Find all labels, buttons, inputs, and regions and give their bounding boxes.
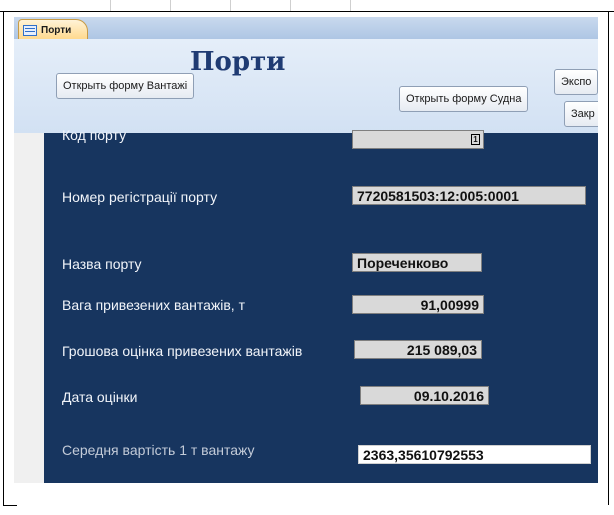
form-header: Порти Открыть форму Вантажі Открыть форм… [14,39,598,134]
port-code-label: Код порту [62,127,127,143]
page-frame-top [0,0,614,12]
registration-number-label: Номер регістрації порту [62,189,218,205]
cargo-value-label: Грошова оцінка привезених вантажів [62,343,303,359]
page-frame-bottom [3,505,17,506]
form-icon [23,24,37,36]
tab-label: Порти [41,24,72,36]
record-number-icon: 1 [471,134,480,145]
page-frame-right [608,11,609,505]
port-name-field[interactable]: Пореченково [352,253,482,272]
detail-section: Код порту 1 Номер регістрації порту 7720… [44,127,598,483]
average-cost-field[interactable]: 2363,35610792553 [358,445,591,464]
form-detail: Код порту 1 Номер регістрації порту 7720… [14,127,598,483]
record-selector-strip[interactable] [14,133,45,483]
open-ships-form-button[interactable]: Открыть форму Судна [399,86,529,112]
document-tab-bar: Порти [14,17,598,40]
registration-number-field[interactable]: 7720581503:12:005:0001 [352,186,586,205]
cargo-weight-label: Вага привезених вантажів, т [62,297,245,313]
tab-ports[interactable]: Порти [18,19,89,40]
export-button[interactable]: Экспо [554,69,598,95]
valuation-date-label: Дата оцінки [62,389,138,405]
open-cargo-form-button[interactable]: Открыть форму Вантажі [56,73,195,99]
cargo-value-field[interactable]: 215 089,03 [354,340,482,359]
form-title: Порти [190,47,286,77]
port-code-field[interactable]: 1 [352,130,484,149]
average-cost-label: Середня вартість 1 т вантажу [62,442,255,458]
valuation-date-field[interactable]: 09.10.2016 [360,386,489,405]
cargo-weight-field[interactable]: 91,00999 [352,295,484,314]
access-form-window: Порти Порти Открыть форму Вантажі Открыт… [14,17,598,483]
page-frame-left [3,11,4,505]
port-name-label: Назва порту [62,256,142,272]
close-button[interactable]: Закр [564,101,598,127]
